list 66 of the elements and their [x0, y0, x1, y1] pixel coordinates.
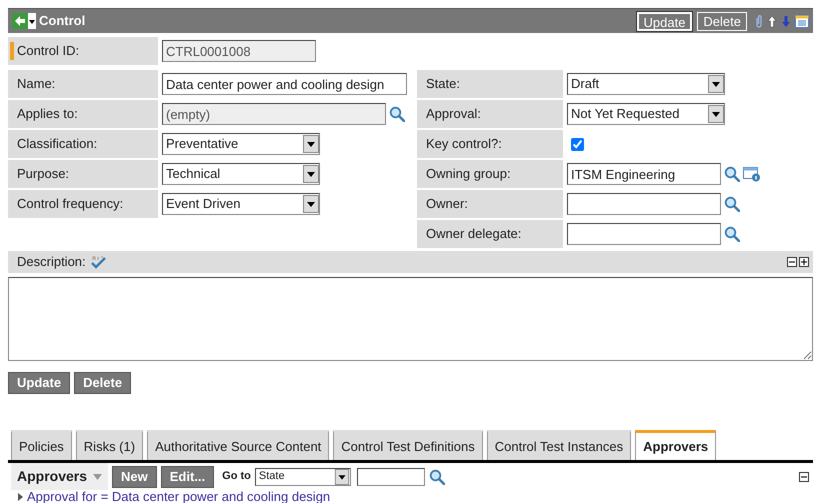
window-info-icon[interactable]: [743, 166, 761, 182]
form-title: Control: [39, 12, 86, 30]
field-label: Control ID:: [17, 42, 80, 60]
tab[interactable]: Authoritative Source Content: [147, 430, 330, 460]
tab[interactable]: Policies: [11, 430, 72, 460]
select-field[interactable]: Not Yet Requested: [567, 103, 725, 125]
field-label: Applies to:: [17, 105, 78, 124]
caret-icon[interactable]: [303, 135, 319, 153]
checkbox[interactable]: [571, 138, 584, 150]
field-label: Control frequency:: [17, 195, 124, 214]
search-icon[interactable]: [724, 226, 740, 242]
filter-link[interactable]: Approval for = Data center power and cooling design: [27, 490, 330, 503]
paperclip-icon[interactable]: [755, 14, 763, 28]
caret-icon[interactable]: [303, 195, 319, 213]
expand-icon[interactable]: [799, 257, 809, 267]
search-icon[interactable]: [389, 106, 405, 122]
collapse-icon[interactable]: [787, 257, 797, 267]
caret-icon[interactable]: [28, 13, 36, 29]
goto-label: Go to: [222, 469, 251, 484]
search-icon[interactable]: [724, 196, 740, 212]
collapse-icon[interactable]: [799, 472, 809, 482]
delete-button[interactable]: Delete: [74, 372, 132, 394]
tab[interactable]: Approvers: [635, 430, 716, 460]
input-field[interactable]: CTRL0001008: [162, 40, 316, 62]
list-icon[interactable]: [795, 14, 809, 28]
input-field[interactable]: [567, 193, 721, 215]
caret-icon[interactable]: [708, 105, 724, 123]
field-label: Owner:: [426, 195, 468, 214]
back-arrow-icon[interactable]: [12, 13, 28, 29]
update-button[interactable]: Update: [636, 12, 692, 30]
tab[interactable]: Control Test Definitions: [333, 430, 483, 460]
input-field[interactable]: [567, 223, 721, 245]
text-area[interactable]: [8, 277, 813, 361]
edit-button[interactable]: Edit...: [160, 466, 214, 488]
field-label: Classification:: [17, 135, 98, 154]
input-field[interactable]: (empty): [162, 103, 386, 125]
field-label: State:: [426, 75, 460, 94]
select-field[interactable]: Preventative: [162, 133, 320, 155]
field-label: Description:: [17, 253, 86, 272]
update-button[interactable]: Update: [8, 372, 70, 394]
input-field[interactable]: ITSM Engineering: [567, 163, 721, 185]
select-field[interactable]: Draft: [567, 73, 725, 95]
spell-check-icon[interactable]: [90, 255, 106, 269]
tab[interactable]: Risks (1): [76, 430, 144, 460]
select-field[interactable]: State: [254, 468, 351, 486]
caret-icon[interactable]: [334, 468, 350, 484]
search-icon[interactable]: [724, 166, 740, 182]
delete-button[interactable]: Delete: [697, 12, 747, 30]
search-icon[interactable]: [428, 468, 445, 484]
select-field[interactable]: Event Driven: [162, 193, 320, 215]
list-menu-button[interactable]: Approvers: [11, 463, 108, 490]
new-button[interactable]: New: [112, 466, 157, 488]
field-label: Key control?:: [426, 135, 502, 154]
select-field[interactable]: Technical: [162, 163, 320, 185]
tab[interactable]: Control Test Instances: [486, 430, 632, 460]
input-field[interactable]: Data center power and cooling design: [162, 73, 407, 95]
field-label: Approval:: [426, 105, 481, 124]
field-label: Owner delegate:: [426, 225, 522, 244]
caret-icon[interactable]: [303, 165, 319, 183]
caret-icon[interactable]: [708, 75, 724, 93]
search-field[interactable]: [356, 468, 425, 486]
field-label: Purpose:: [17, 165, 70, 184]
field-label: Owning group:: [426, 165, 511, 184]
up-arrow-icon[interactable]: [767, 14, 777, 28]
field-label: Name:: [17, 75, 56, 94]
expand-arrow-icon[interactable]: [18, 492, 23, 500]
